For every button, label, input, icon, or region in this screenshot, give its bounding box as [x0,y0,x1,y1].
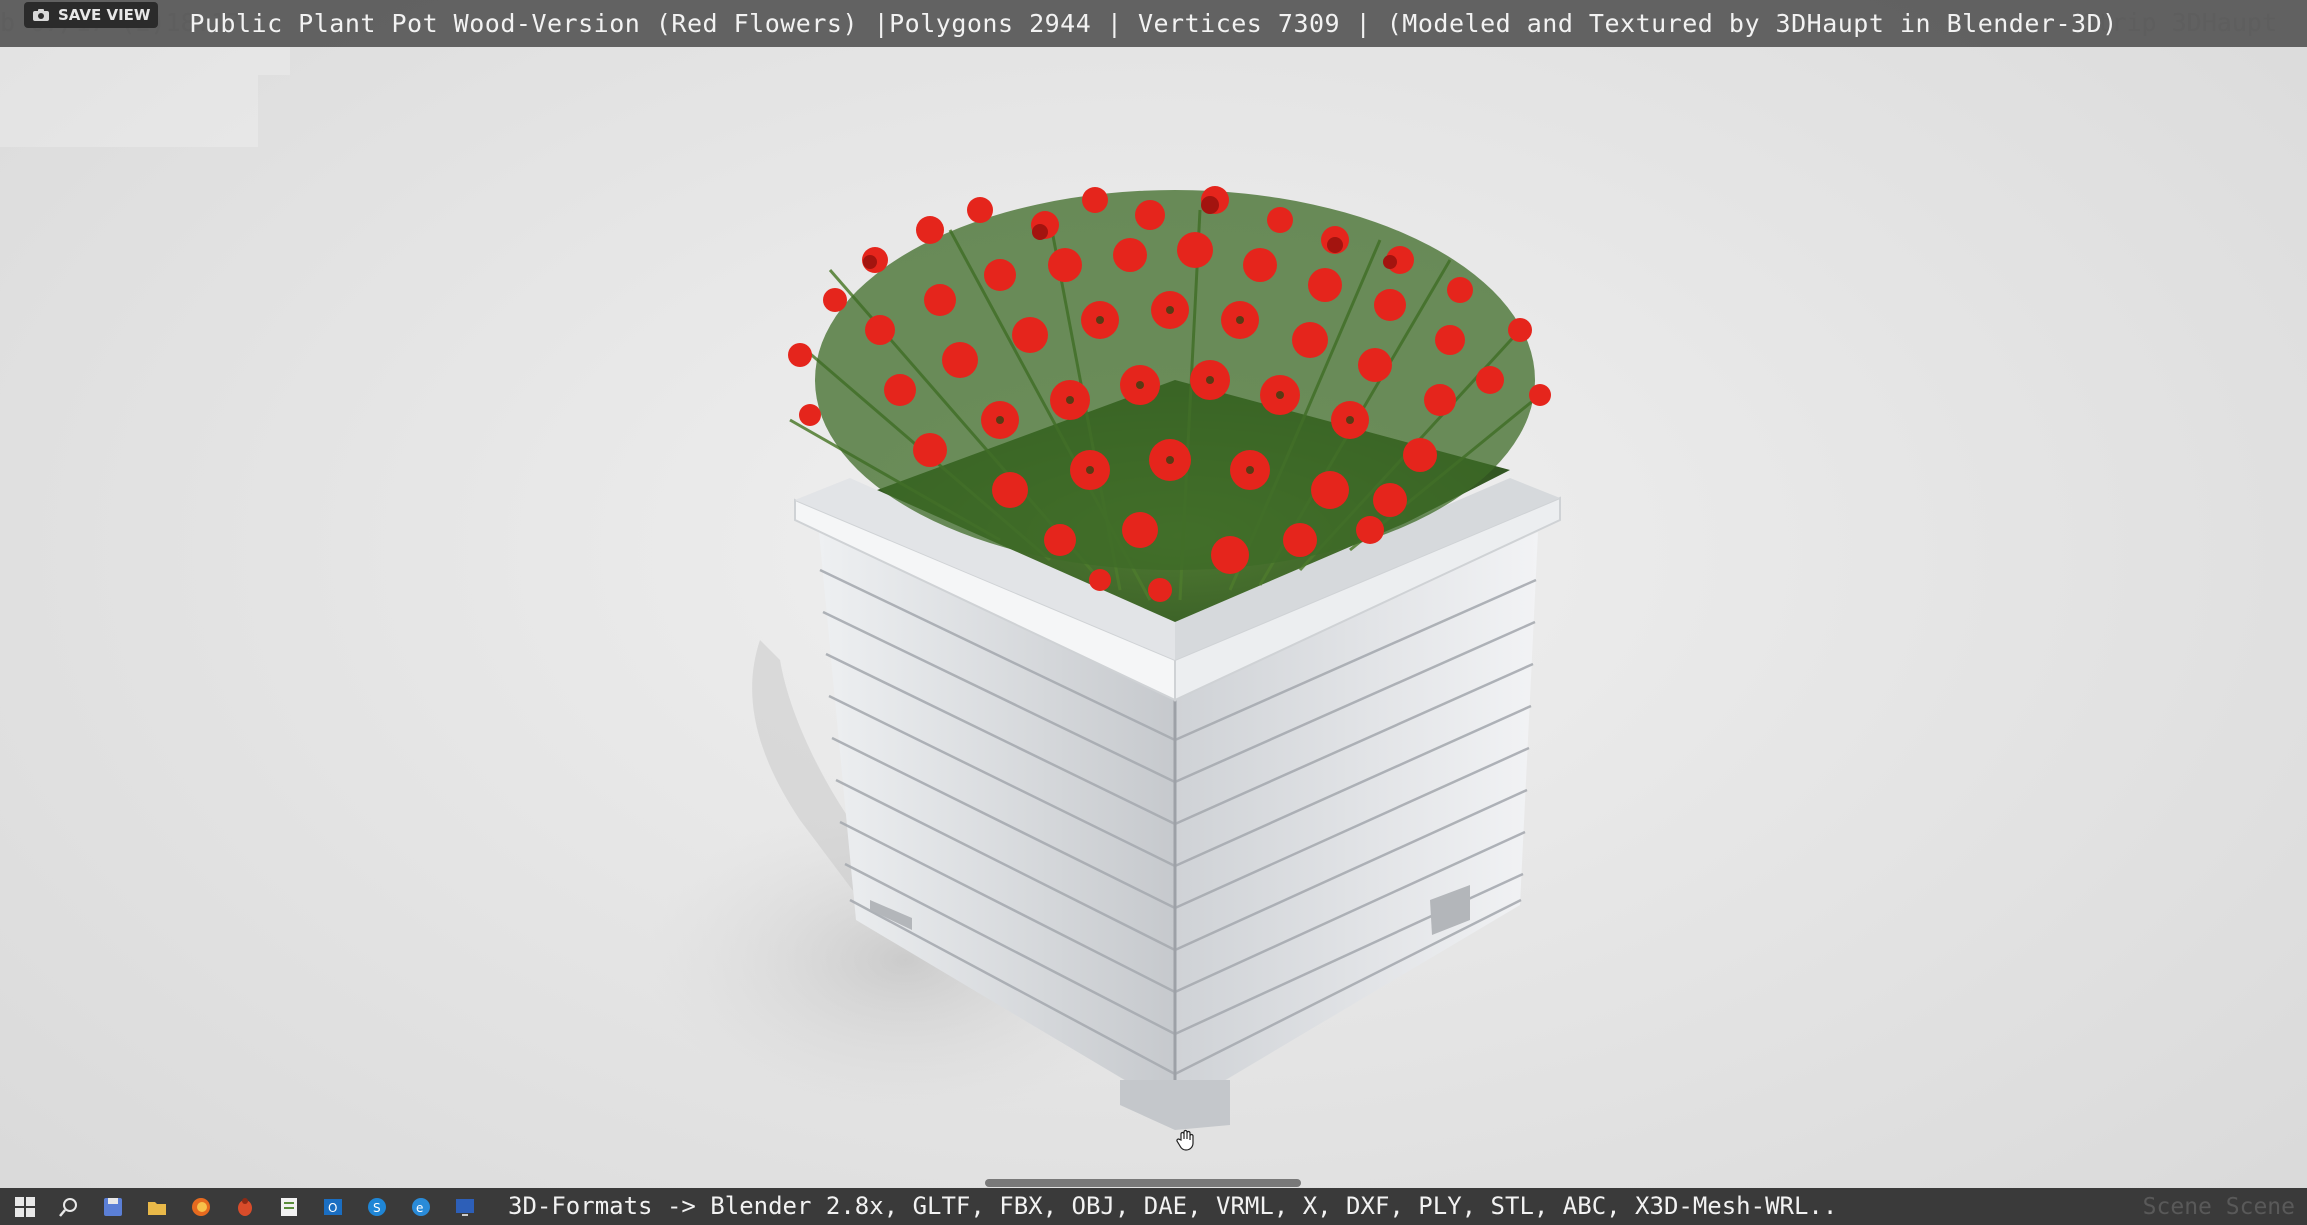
svg-text:e: e [416,1201,423,1215]
model-title: Public Plant Pot Wood-Version (Red Flowe… [189,9,2118,38]
viewer-scroll-handle[interactable] [985,1179,1301,1187]
ghost-panel [0,47,290,75]
outlook-icon[interactable]: O [318,1192,348,1222]
pot-foot-front [1120,1080,1230,1130]
save-view-button[interactable]: SAVE VIEW [24,2,159,28]
bug-icon[interactable] [230,1192,260,1222]
camera-icon [33,9,49,21]
ghost-scene-label: Scene Scene [2142,1194,2295,1220]
plant-pot-model[interactable] [0,0,2307,1225]
firefox-icon[interactable] [186,1192,216,1222]
search-icon[interactable] [54,1192,84,1222]
edge-icon[interactable]: e [406,1192,436,1222]
screen-icon[interactable] [450,1192,480,1222]
windows-start-icon[interactable] [10,1192,40,1222]
svg-text:O: O [328,1201,337,1215]
ghost-panel [0,75,258,147]
svg-text:S: S [373,1201,381,1215]
skype-icon[interactable]: S [362,1192,392,1222]
folder-icon[interactable] [142,1192,172,1222]
save-icon[interactable] [98,1192,128,1222]
hand-cursor-icon [1176,1129,1194,1151]
export-formats-caption: 3D-Formats -> Blender 2.8x, GLTF, FBX, O… [508,1192,1838,1220]
notes-icon[interactable] [274,1192,304,1222]
3d-viewport[interactable] [0,0,2307,1225]
save-view-label: SAVE VIEW [58,6,151,24]
taskbar-icons: O S e [10,1190,480,1223]
